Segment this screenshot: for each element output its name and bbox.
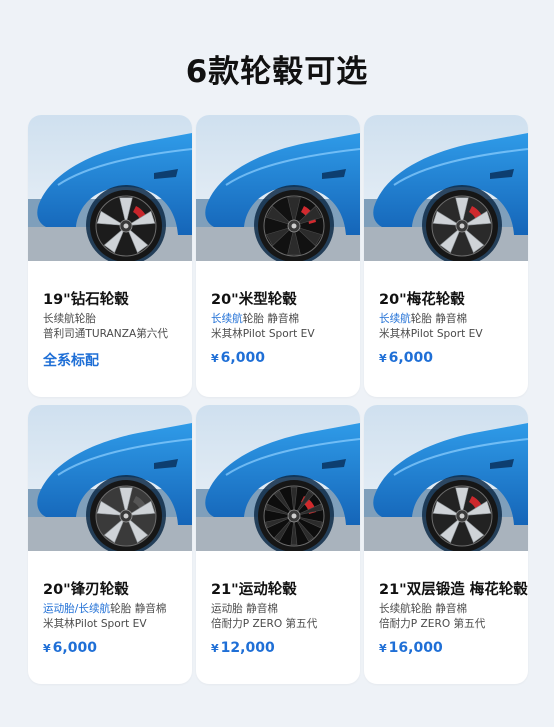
wheel-option-card[interactable]: 20"米型轮毂 长续航轮胎 静音棉 米其林Pilot Sport EV ¥6,000 <box>196 115 360 397</box>
tire-type-highlight: 运动胎/长续航 <box>43 603 111 615</box>
tire-model: 米其林Pilot Sport EV <box>43 618 147 630</box>
wheel-name: 20"米型轮毂 <box>211 292 297 308</box>
wheel-photo <box>364 405 528 551</box>
currency-symbol: ¥ <box>379 642 387 655</box>
tire-type-highlight: 长续航 <box>211 313 243 325</box>
wheel-option-card[interactable]: 20"梅花轮毂 长续航轮胎 静音棉 米其林Pilot Sport EV ¥6,000 <box>364 115 528 397</box>
wheel-photo <box>196 115 360 261</box>
wheel-photo <box>28 405 192 551</box>
tire-type: 长续航轮胎 静音棉 <box>211 311 299 326</box>
wheel-photo <box>28 115 192 261</box>
tire-type-text: 长续航轮胎 <box>43 313 96 325</box>
tire-model: 米其林Pilot Sport EV <box>211 328 315 340</box>
currency-symbol: ¥ <box>211 352 219 365</box>
currency-symbol: ¥ <box>43 642 51 655</box>
wheel-name: 21"运动轮毂 <box>211 582 297 598</box>
price: ¥6,000 <box>379 350 433 366</box>
tire-type: 长续航轮胎 静音棉 <box>379 311 467 326</box>
tire-type-text: 轮胎 静音棉 <box>410 313 468 325</box>
price-value: 全系标配 <box>43 353 99 369</box>
tire-type-text: 运动胎 静音棉 <box>211 603 278 615</box>
price-value: 12,000 <box>220 640 275 656</box>
price-value: 16,000 <box>388 640 443 656</box>
wheel-option-card[interactable]: 21"运动轮毂运动胎 静音棉倍耐力P ZERO 第五代 ¥12,000 <box>196 405 360 684</box>
tire-model: 普利司通TURANZA第六代 <box>43 328 168 340</box>
wheel-name: 19"钻石轮毂 <box>43 292 129 308</box>
wheel-icon <box>90 190 162 261</box>
wheel-option-card[interactable]: 21"双层锻造 梅花轮毂长续航轮胎 静音棉倍耐力P ZERO 第五代 ¥16,00… <box>364 405 528 684</box>
wheel-option-card[interactable]: 20"锋刃轮毂 运动胎/长续航轮胎 静音棉 米其林Pilot Sport EV ¥6,… <box>28 405 192 684</box>
currency-symbol: ¥ <box>379 352 387 365</box>
wheel-photo <box>364 115 528 261</box>
wheel-icon <box>258 190 330 261</box>
wheel-icon <box>90 480 162 551</box>
price-value: 6,000 <box>52 640 97 656</box>
wheel-name: 21"双层锻造 梅花轮毂 <box>379 582 528 598</box>
tire-model: 倍耐力P ZERO 第五代 <box>379 618 486 630</box>
wheel-name: 20"锋刃轮毂 <box>43 582 129 598</box>
price-value: 6,000 <box>220 350 265 366</box>
tire-type-text: 轮胎 静音棉 <box>110 603 167 615</box>
price: ¥12,000 <box>211 640 275 656</box>
wheel-option-card[interactable]: 19"钻石轮毂长续航轮胎普利司通TURANZA第六代全系标配 <box>28 115 192 397</box>
tire-type-text: 长续航轮胎 静音棉 <box>379 603 468 615</box>
tire-type-text: 轮胎 静音棉 <box>242 313 300 325</box>
tire-model: 米其林Pilot Sport EV <box>379 328 483 340</box>
wheel-photo <box>196 405 360 551</box>
wheel-name: 20"梅花轮毂 <box>379 292 465 308</box>
tire-type: 长续航轮胎 静音棉 <box>379 601 467 616</box>
tire-type: 运动胎/长续航轮胎 静音棉 <box>43 601 166 616</box>
wheel-icon <box>258 480 330 551</box>
price: ¥6,000 <box>211 350 265 366</box>
wheel-icon <box>426 480 498 551</box>
wheel-icon <box>426 190 498 261</box>
price: ¥16,000 <box>379 640 443 656</box>
price: 全系标配 <box>43 350 99 370</box>
tire-type: 运动胎 静音棉 <box>211 601 278 616</box>
price-value: 6,000 <box>388 350 433 366</box>
page-title: 6款轮毂可选 <box>185 54 369 90</box>
tire-model: 倍耐力P ZERO 第五代 <box>211 618 318 630</box>
tire-type-highlight: 长续航 <box>379 313 411 325</box>
currency-symbol: ¥ <box>211 642 219 655</box>
tire-type: 长续航轮胎 <box>43 311 96 326</box>
price: ¥6,000 <box>43 640 97 656</box>
